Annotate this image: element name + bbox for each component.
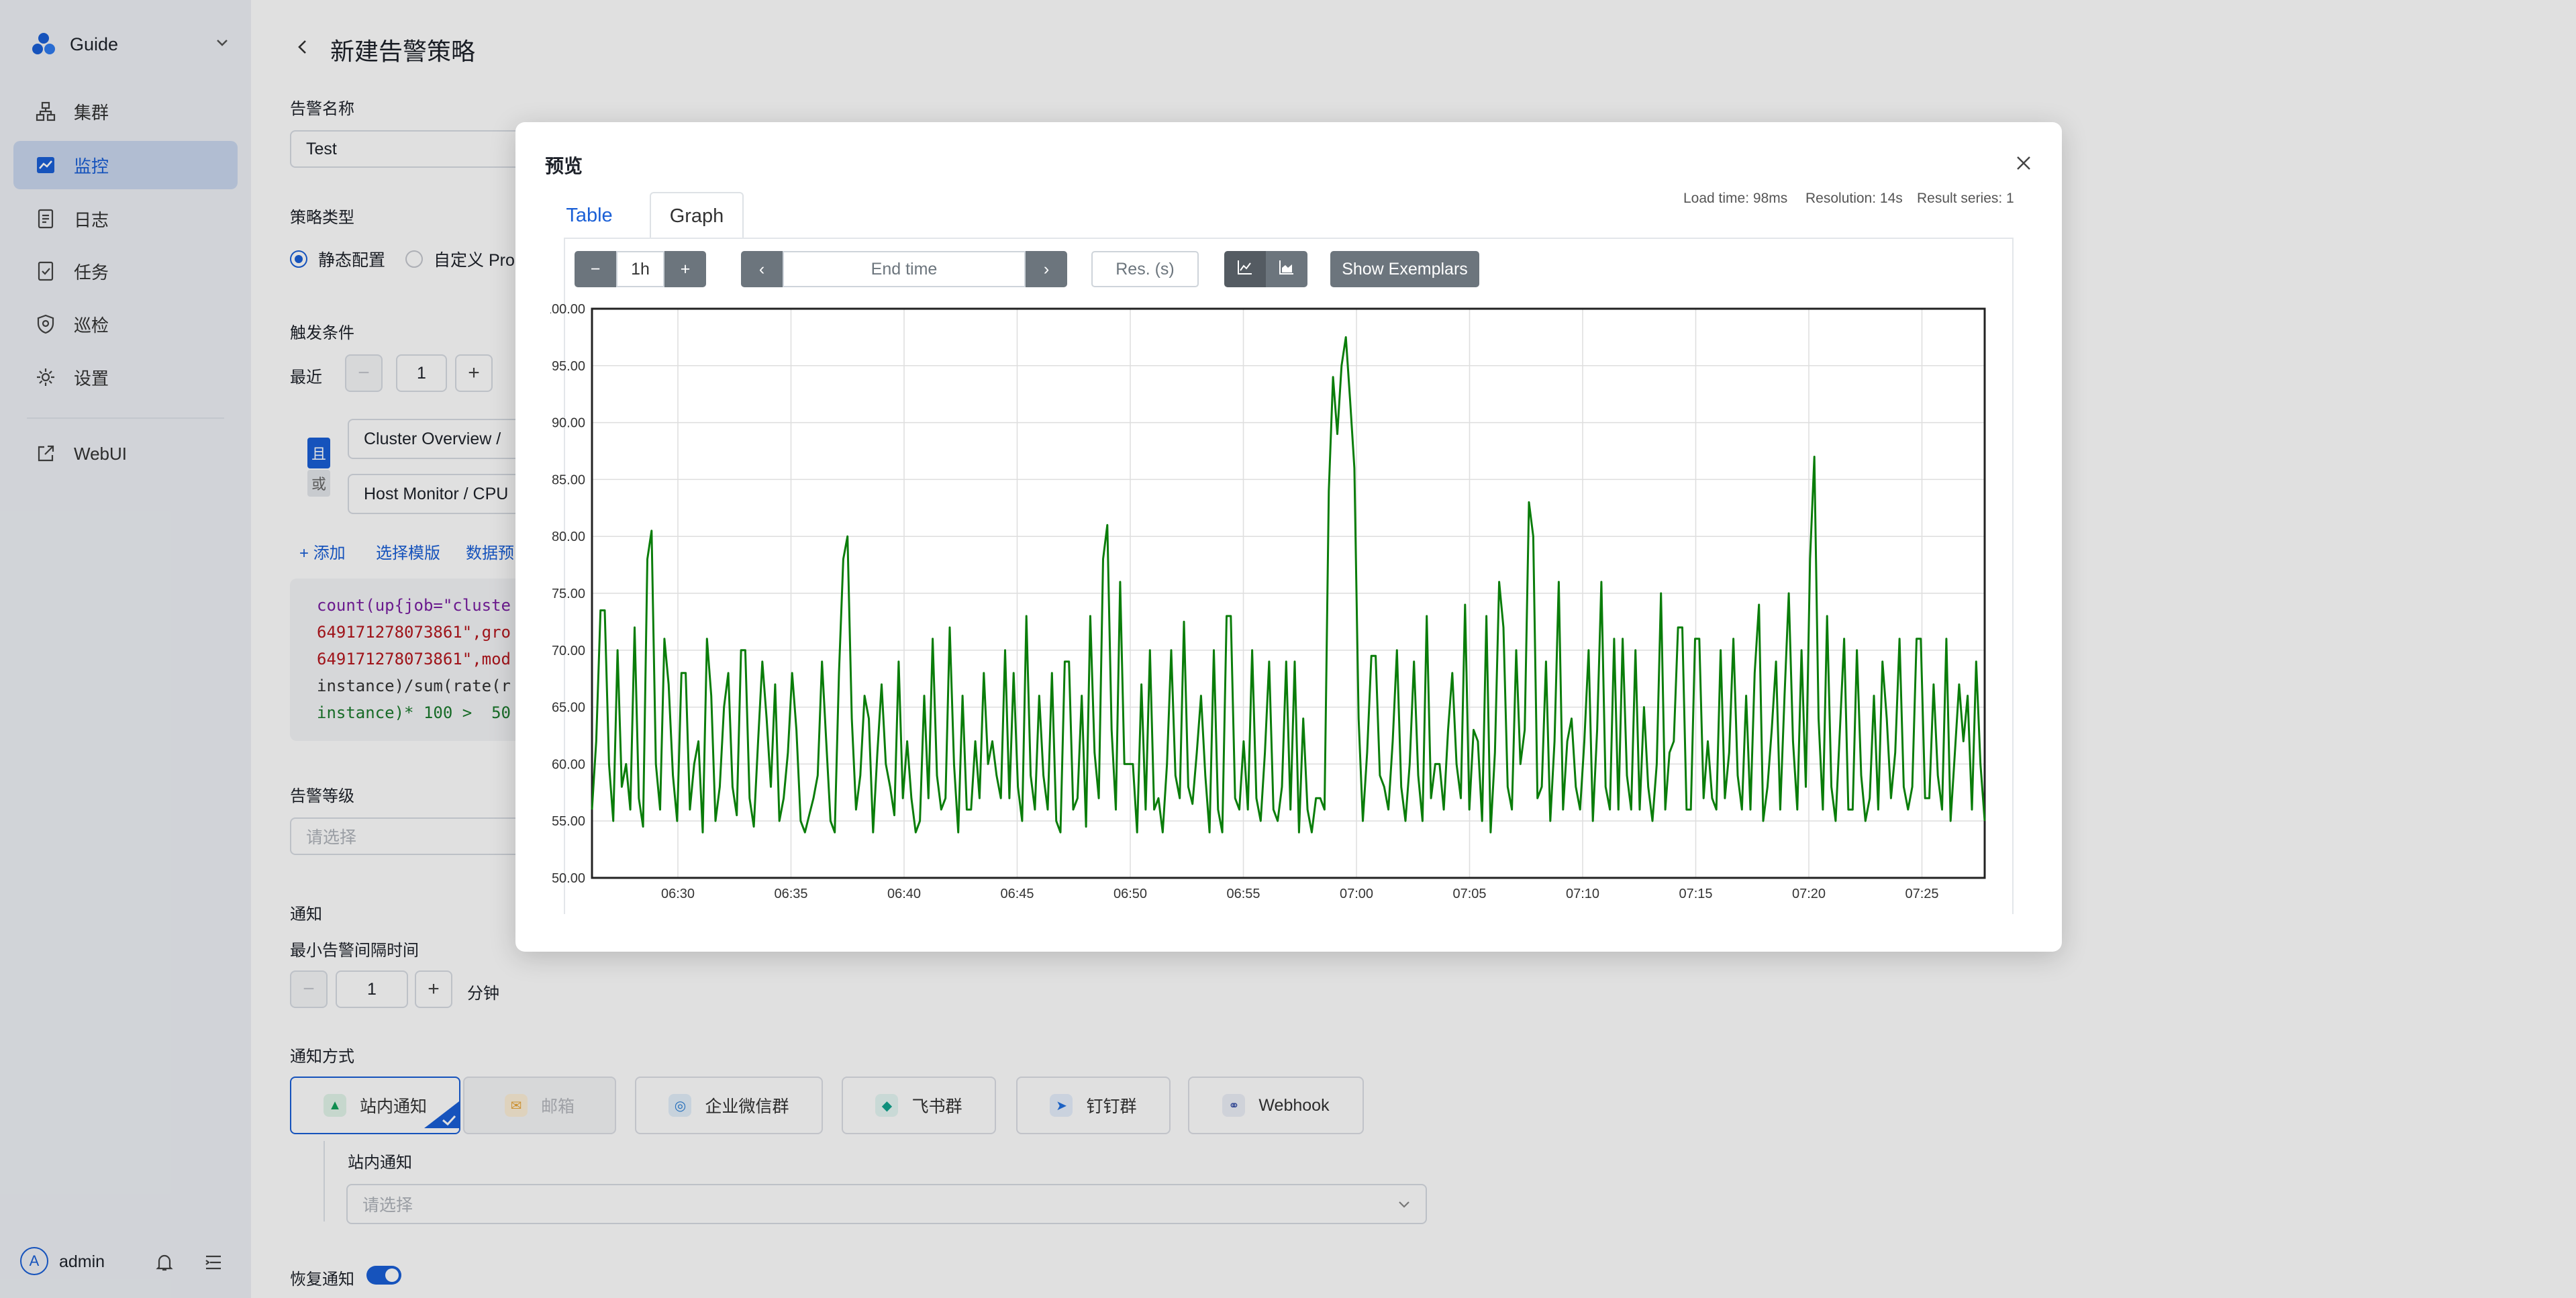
y-tick-label: 65.00 <box>552 701 585 715</box>
y-tick-label: 50.00 <box>552 871 585 886</box>
y-tick-label: 75.00 <box>552 587 585 601</box>
close-icon[interactable] <box>2015 152 2032 178</box>
x-tick-label: 07:25 <box>1905 887 1938 901</box>
result-series: Result series: 1 <box>1917 191 2014 206</box>
stacked-chart-button[interactable] <box>1266 251 1307 287</box>
end-time-next-button[interactable]: › <box>1026 251 1067 287</box>
x-tick-label: 06:40 <box>887 887 921 901</box>
x-tick-label: 06:45 <box>1000 887 1034 901</box>
y-tick-label: 100.00 <box>550 302 585 317</box>
x-tick-label: 07:05 <box>1452 887 1486 901</box>
y-tick-label: 85.00 <box>552 472 585 487</box>
area-chart-icon <box>1278 258 1295 281</box>
show-exemplars-button[interactable]: Show Exemplars <box>1330 251 1479 287</box>
range-decrease-button[interactable]: − <box>575 251 616 287</box>
end-time-prev-button[interactable]: ‹ <box>741 251 783 287</box>
series-line <box>591 336 1986 834</box>
resolution-input[interactable]: Res. (s) <box>1091 251 1199 287</box>
y-tick-label: 70.00 <box>552 644 585 658</box>
x-tick-label: 07:00 <box>1340 887 1373 901</box>
y-tick-label: 55.00 <box>552 814 585 829</box>
x-tick-label: 07:20 <box>1792 887 1826 901</box>
x-tick-label: 06:55 <box>1226 887 1260 901</box>
end-time-input[interactable]: End time <box>783 251 1026 287</box>
y-tick-label: 80.00 <box>552 530 585 544</box>
y-tick-label: 60.00 <box>552 757 585 772</box>
x-tick-label: 07:10 <box>1566 887 1599 901</box>
y-tick-label: 90.00 <box>552 416 585 431</box>
x-tick-label: 06:35 <box>774 887 807 901</box>
range-increase-button[interactable]: + <box>664 251 706 287</box>
load-time: Load time: 98ms <box>1683 191 1788 206</box>
chevron-right-icon: › <box>1043 259 1050 279</box>
tab-table[interactable]: Table <box>549 192 630 239</box>
line-chart-icon <box>1236 258 1254 281</box>
preview-modal: 预览 Table Graph Load time: 98ms Resolutio… <box>515 122 2062 952</box>
x-tick-label: 06:30 <box>661 887 695 901</box>
tab-graph[interactable]: Graph <box>650 192 744 239</box>
line-chart: 50.00 55.00 60.00 65.00 70.00 75.00 80.00 85.00… <box>550 302 1986 901</box>
range-input[interactable]: 1h <box>616 251 664 287</box>
resolution: Resolution: 14s <box>1805 191 1903 206</box>
y-tick-label: 95.00 <box>552 359 585 374</box>
line-chart-button[interactable] <box>1224 251 1266 287</box>
chevron-left-icon: ‹ <box>758 259 765 279</box>
modal-title: 预览 <box>545 156 583 177</box>
x-tick-label: 06:50 <box>1113 887 1147 901</box>
x-tick-label: 07:15 <box>1679 887 1712 901</box>
